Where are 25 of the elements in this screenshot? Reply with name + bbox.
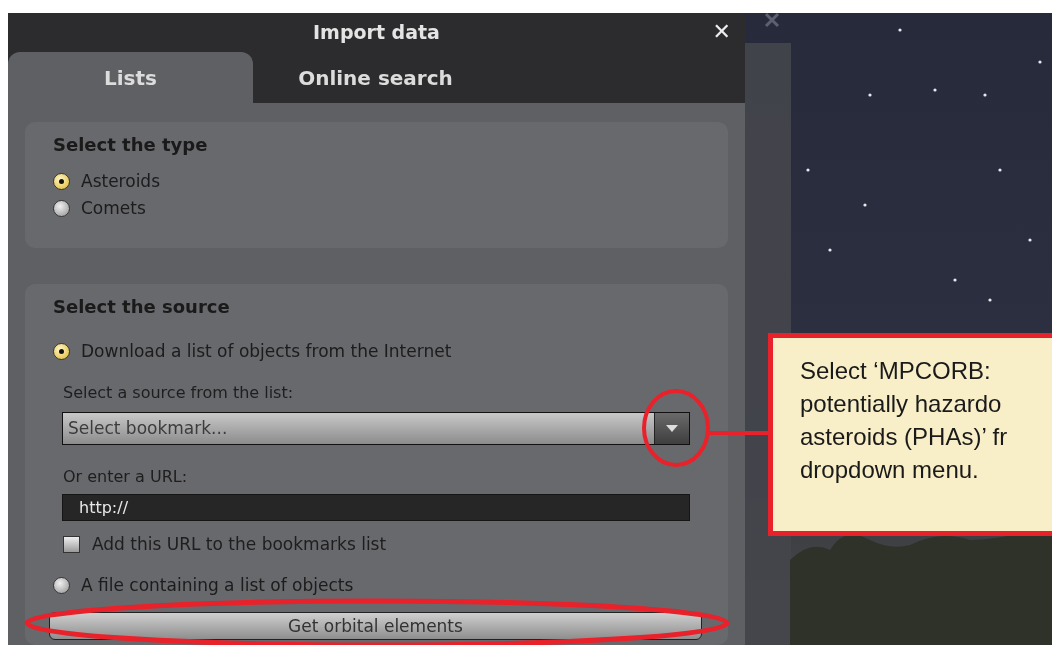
checkbox-label: Add this URL to the bookmarks list: [92, 534, 387, 554]
window-title: Import data: [313, 21, 440, 43]
get-orbital-elements-button[interactable]: Get orbital elements: [49, 612, 702, 640]
group-title: Select the type: [53, 134, 209, 155]
radio-label: Comets: [81, 198, 146, 218]
tab[interactable]: Lists: [8, 52, 253, 103]
leader-line: [708, 431, 768, 435]
dropdown-placeholder: Select bookmark...: [67, 417, 229, 440]
bookmark-dropdown[interactable]: Select bookmark...: [62, 412, 690, 445]
radio-button[interactable]: [53, 172, 70, 190]
close-button[interactable]: ✕: [708, 19, 735, 44]
radio-label: Download a list of objects from the Internet: [81, 341, 452, 361]
url-field[interactable]: http://: [62, 494, 690, 521]
radio-button[interactable]: [53, 576, 70, 594]
field-label: Select a source from the list:: [63, 383, 295, 402]
group-title: Select the source: [53, 296, 231, 317]
field-label: Or enter a URL:: [63, 467, 189, 486]
radio-button[interactable]: [53, 199, 70, 217]
checkbox[interactable]: [63, 535, 80, 553]
radio-button[interactable]: [53, 342, 70, 360]
tab[interactable]: Online search: [253, 52, 498, 103]
radio-label: A file containing a list of objects: [81, 575, 354, 595]
callout-note: Select ‘MPCORB: potentially hazardo asteroids (PHAs)’ fr dropdown menu.: [768, 333, 1052, 536]
radio-label: Asteroids: [81, 171, 160, 191]
close-icon: [764, 12, 780, 28]
